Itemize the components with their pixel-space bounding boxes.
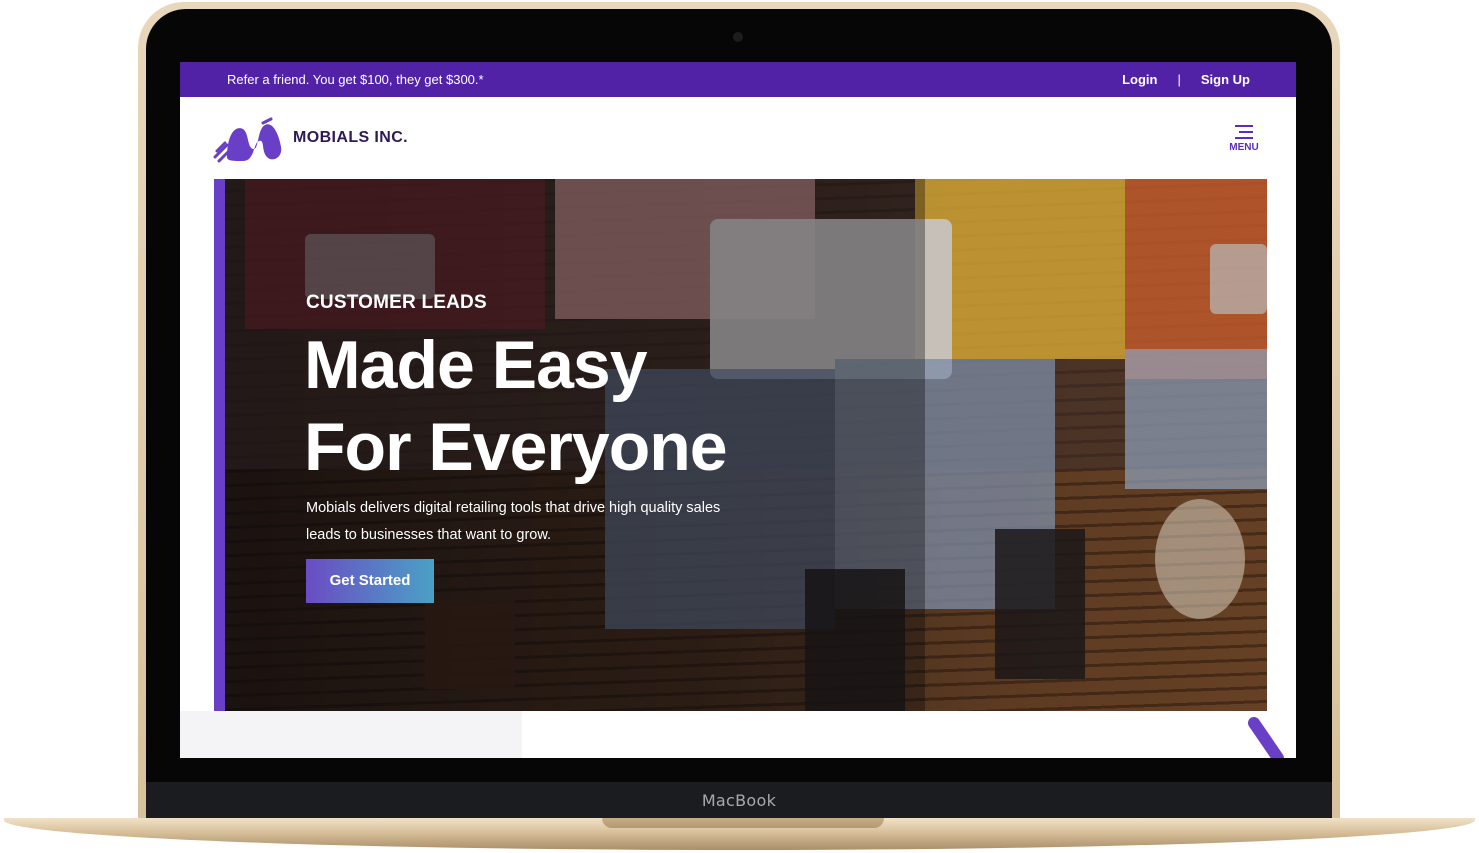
mobials-m-logo-icon[interactable] bbox=[213, 117, 285, 163]
site-header: MOBIALS INC. MENU bbox=[180, 97, 1296, 179]
lower-section-panel bbox=[180, 711, 522, 758]
browser-screen: Refer a friend. You get $100, they get $… bbox=[180, 62, 1296, 758]
macbook-base bbox=[4, 818, 1475, 850]
auth-separator: | bbox=[1177, 72, 1181, 87]
signup-link[interactable]: Sign Up bbox=[1201, 62, 1250, 97]
promo-bar: Refer a friend. You get $100, they get $… bbox=[180, 62, 1296, 97]
hero-description: Mobials delivers digital retailing tools… bbox=[306, 500, 721, 543]
decorative-swoosh-icon bbox=[1248, 717, 1284, 758]
hamburger-icon bbox=[1235, 125, 1253, 139]
hero-title: Made Easy For Everyone bbox=[304, 324, 904, 488]
macbook-base-notch bbox=[602, 818, 884, 828]
hero-eyebrow: CUSTOMER LEADS bbox=[306, 292, 487, 313]
menu-label: MENU bbox=[1229, 142, 1259, 153]
hero-title-line-1: Made Easy bbox=[304, 327, 648, 403]
hero-accent-bar bbox=[214, 179, 225, 711]
referral-message: Refer a friend. You get $100, they get $… bbox=[227, 72, 484, 87]
macbook-label: MacBook bbox=[701, 791, 777, 810]
camera-icon bbox=[733, 32, 743, 42]
menu-button[interactable]: MENU bbox=[1226, 125, 1262, 161]
login-link[interactable]: Login bbox=[1122, 62, 1157, 97]
auth-links: Login | Sign Up bbox=[1122, 62, 1250, 97]
hero-banner: CUSTOMER LEADS Made Easy For Everyone Mo… bbox=[225, 179, 1267, 711]
macbook-chin: MacBook bbox=[146, 782, 1332, 820]
get-started-button[interactable]: Get Started bbox=[306, 559, 434, 603]
hero-title-line-2: For Everyone bbox=[304, 409, 728, 485]
brand-name[interactable]: MOBIALS INC. bbox=[293, 129, 408, 147]
